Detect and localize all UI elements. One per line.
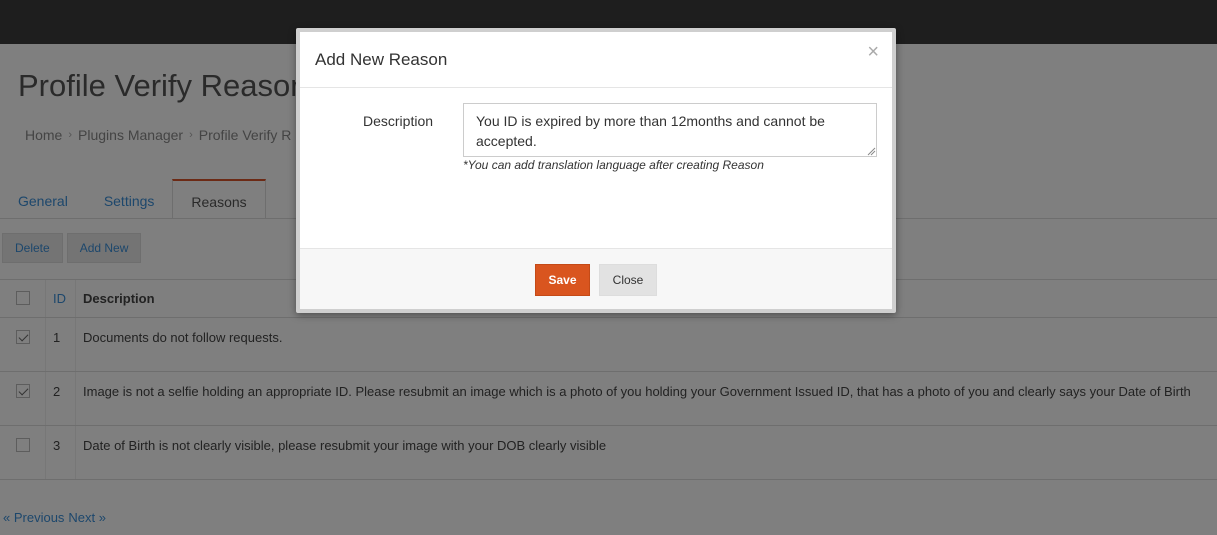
- close-icon[interactable]: ×: [867, 42, 879, 62]
- close-button[interactable]: Close: [599, 264, 657, 296]
- resize-grip-icon[interactable]: [866, 146, 876, 156]
- modal-title: Add New Reason: [315, 50, 448, 69]
- modal-header: Add New Reason ×: [300, 32, 892, 88]
- description-textarea[interactable]: You ID is expired by more than 12months …: [463, 103, 877, 157]
- modal-body: Description You ID is expired by more th…: [300, 88, 892, 248]
- description-label: Description: [363, 113, 434, 129]
- modal-footer: Save Close: [300, 248, 892, 309]
- save-button[interactable]: Save: [535, 264, 590, 296]
- add-new-reason-dialog: Add New Reason × Description You ID is e…: [296, 28, 896, 313]
- help-text: *You can add translation language after …: [463, 158, 764, 172]
